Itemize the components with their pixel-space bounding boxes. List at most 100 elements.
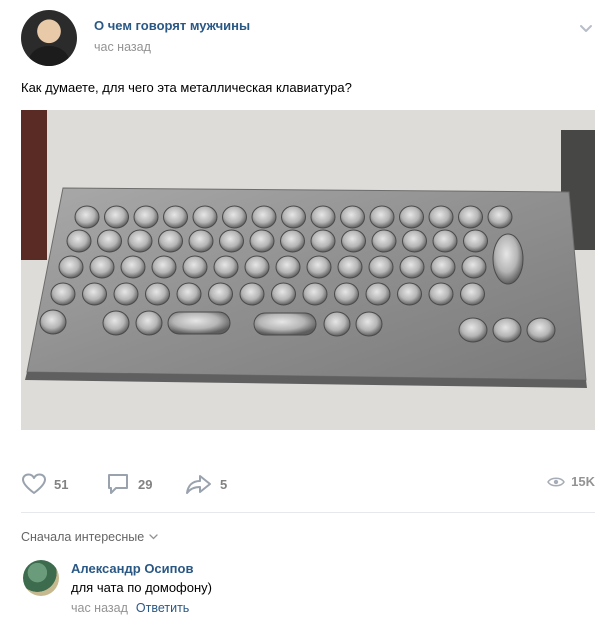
keyboard-key <box>492 233 524 285</box>
keyboard-key <box>66 229 92 253</box>
keyboard-key <box>102 310 130 336</box>
views-counter: 15K <box>547 474 595 489</box>
share-icon <box>186 475 211 494</box>
keyboard-key <box>249 229 275 253</box>
keyboard-key <box>402 229 427 253</box>
keyboard-key <box>323 311 351 337</box>
keyboard-key <box>369 205 395 229</box>
keyboard-key <box>280 229 305 253</box>
views-count: 15K <box>571 474 595 489</box>
keyboard-key <box>458 205 483 229</box>
keyboard-key <box>113 282 139 306</box>
keyboard-key <box>133 205 159 229</box>
keyboard-key <box>302 282 328 306</box>
keyboard-key <box>213 255 239 279</box>
keyboard-key <box>432 229 458 253</box>
keyboard-key <box>463 229 488 253</box>
keyboard-key <box>430 255 456 279</box>
keyboard-key <box>120 255 146 279</box>
keyboard-key <box>371 229 397 253</box>
keyboard-key <box>253 312 317 336</box>
comment-icon <box>108 474 128 494</box>
post-header: О чем говорят мужчины час назад <box>0 0 614 70</box>
keyboard-key <box>526 317 556 343</box>
keyboard-key <box>158 229 183 253</box>
keyboard-key <box>251 205 277 229</box>
keyboard-key <box>192 205 218 229</box>
comments-sort-dropdown[interactable]: Сначала интересные <box>21 530 158 544</box>
keyboard-key <box>310 229 336 253</box>
chevron-down-icon[interactable] <box>578 22 594 34</box>
keyboard-key <box>281 205 306 229</box>
keyboard-key <box>275 255 301 279</box>
comment-button[interactable]: 29 <box>105 472 152 496</box>
keyboard-key <box>97 229 122 253</box>
comment: Александр Осипов для чата по домофону) ч… <box>21 557 595 617</box>
keyboard-key <box>461 255 487 279</box>
keyboard-key <box>239 282 265 306</box>
keyboard-photo <box>21 110 595 430</box>
keyboard-key <box>151 255 177 279</box>
keyboard-key <box>74 205 100 229</box>
keyboard-key <box>167 311 231 335</box>
group-name[interactable]: О чем говорят мужчины <box>94 18 250 33</box>
keyboard-key <box>244 255 270 279</box>
keyboard-key <box>334 282 359 306</box>
likes-count: 51 <box>54 476 69 492</box>
share-button[interactable]: 5 <box>185 472 227 496</box>
keyboard-key <box>104 205 129 229</box>
keyboard-key <box>399 205 424 229</box>
keyboard-key <box>127 229 153 253</box>
comment-author[interactable]: Александр Осипов <box>71 561 193 576</box>
comments-count: 29 <box>138 476 153 492</box>
keyboard-key <box>458 317 488 343</box>
keyboard-key <box>397 282 422 306</box>
keyboard-key <box>219 229 244 253</box>
keyboard-key <box>50 282 76 306</box>
keyboard-key <box>399 255 425 279</box>
post-photo[interactable] <box>21 110 595 430</box>
comment-meta: час назад Ответить <box>71 601 189 615</box>
keyboard-key <box>58 255 84 279</box>
keyboard-key <box>208 282 233 306</box>
keyboard-key <box>182 255 208 279</box>
keyboard-key <box>341 229 366 253</box>
keyboard-key <box>428 282 454 306</box>
keyboard-key <box>368 255 394 279</box>
keyboard-key <box>340 205 365 229</box>
keyboard-key <box>306 255 332 279</box>
heart-icon <box>22 473 46 494</box>
post-actions: 51 29 5 15K <box>21 460 595 508</box>
keyboard-key <box>365 282 391 306</box>
keyboard-key <box>89 255 115 279</box>
divider <box>21 512 595 513</box>
keyboard-key <box>39 309 67 335</box>
keyboard-key <box>337 255 363 279</box>
keyboard-key <box>310 205 336 229</box>
keyboard-key <box>82 282 107 306</box>
keyboard-key <box>271 282 296 306</box>
post-time[interactable]: час назад <box>94 40 151 54</box>
chevron-down-icon <box>149 534 158 540</box>
keyboard-key <box>487 205 513 229</box>
reply-button[interactable]: Ответить <box>136 601 189 615</box>
keyboard-key <box>355 311 383 337</box>
keyboard-key <box>428 205 454 229</box>
like-button[interactable]: 51 <box>21 472 68 496</box>
keyboard-key <box>460 282 485 306</box>
keyboard-key <box>163 205 188 229</box>
keyboard-key <box>135 310 163 336</box>
keyboard-key <box>145 282 170 306</box>
post-text: Как думаете, для чего эта металлическая … <box>21 80 352 95</box>
keyboard-key <box>176 282 202 306</box>
keyboard-key <box>222 205 247 229</box>
comment-time[interactable]: час назад <box>71 601 128 615</box>
keyboard-key <box>492 317 522 343</box>
eye-icon <box>547 477 566 486</box>
group-avatar[interactable] <box>21 10 77 66</box>
avatar[interactable] <box>23 560 59 596</box>
sort-label: Сначала интересные <box>21 530 145 544</box>
comment-text: для чата по домофону) <box>71 580 212 595</box>
shares-count: 5 <box>220 476 228 492</box>
keyboard-key <box>188 229 214 253</box>
